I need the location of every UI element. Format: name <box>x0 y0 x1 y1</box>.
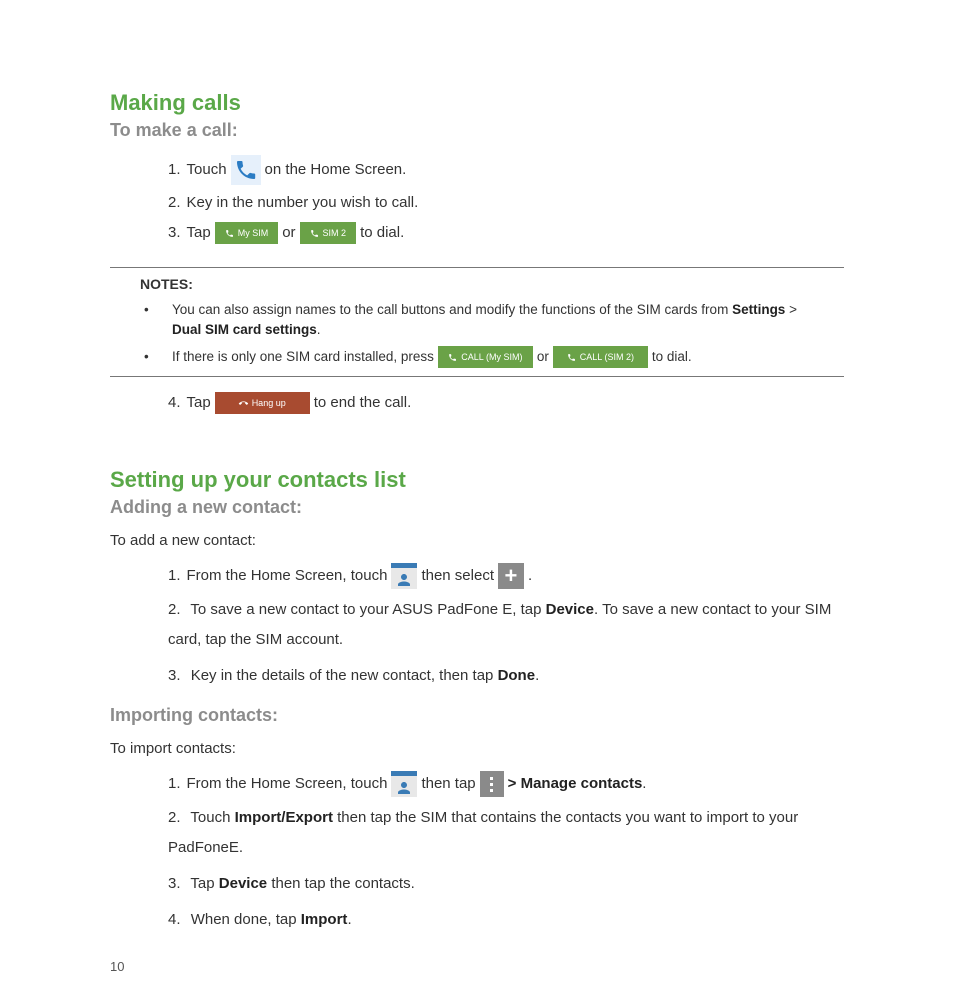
step-text: then select <box>421 564 494 588</box>
people-icon <box>391 563 417 589</box>
bold: Device <box>219 875 267 892</box>
adding-contact-steps: 1. From the Home Screen, touch then sele… <box>110 563 844 691</box>
call-mysim-button: CALL (My SIM) <box>438 346 533 368</box>
step-number: 2. <box>168 601 181 618</box>
subheading-to-make-call: To make a call: <box>110 120 844 141</box>
step-number: 1. <box>168 564 181 588</box>
plus-icon: + <box>498 563 524 589</box>
step-text: on the Home Screen. <box>265 158 407 182</box>
step-text: When done, tap <box>191 911 301 928</box>
text: You can also assign names to the call bu… <box>172 302 732 317</box>
note-text: You can also assign names to the call bu… <box>172 300 814 340</box>
istep-4: 4. When done, tap Import. <box>168 905 844 935</box>
divider <box>110 267 844 268</box>
step-2: 2. Key in the number you wish to call. <box>168 191 844 215</box>
step-text: to dial. <box>360 221 404 245</box>
overflow-menu-icon <box>480 771 504 797</box>
bold: Device <box>546 601 594 618</box>
button-label: Hang up <box>252 391 286 415</box>
step-number: 3. <box>168 667 181 684</box>
note-2: • If there is only one SIM card installe… <box>140 346 814 368</box>
importing-contact-steps: 1. From the Home Screen, touch then tap … <box>110 771 844 935</box>
intro-text: To import contacts: <box>110 740 844 757</box>
subheading-adding-contact: Adding a new contact: <box>110 497 844 518</box>
my-sim-button: My SIM <box>215 222 279 244</box>
astep-1: 1. From the Home Screen, touch then sele… <box>168 563 844 589</box>
step-number: 4. <box>168 911 181 928</box>
step-text: Touch <box>187 158 227 182</box>
text: . <box>317 322 321 337</box>
astep-3: 3. Key in the details of the new contact… <box>168 661 844 691</box>
step-text: To save a new contact to your ASUS PadFo… <box>190 601 545 618</box>
step-number: 3. <box>168 221 181 245</box>
step-number: 1. <box>168 772 181 796</box>
step-number: 1. <box>168 158 181 182</box>
subheading-importing-contacts: Importing contacts: <box>110 705 844 726</box>
step-4: 4. Tap Hang up to end the call. <box>168 391 844 415</box>
step-text: From the Home Screen, touch <box>187 772 388 796</box>
text: or <box>537 347 549 367</box>
step-1: 1. Touch on the Home Screen. <box>168 155 844 185</box>
istep-3: 3. Tap Device then tap the contacts. <box>168 869 844 899</box>
bold: Settings <box>732 302 785 317</box>
istep-2: 2. Touch Import/Export then tap the SIM … <box>168 803 844 863</box>
section-heading-making-calls: Making calls <box>110 90 844 116</box>
text: to dial. <box>652 347 692 367</box>
step-text: or <box>282 221 295 245</box>
sim2-button: SIM 2 <box>300 222 357 244</box>
making-calls-steps: 1. Touch on the Home Screen. 2. Key in t… <box>110 155 844 245</box>
button-label: CALL (My SIM) <box>461 347 522 367</box>
page-number: 10 <box>110 959 124 974</box>
intro-text: To add a new contact: <box>110 532 844 549</box>
step-text: . <box>642 772 646 796</box>
step-text: to end the call. <box>314 391 412 415</box>
istep-1: 1. From the Home Screen, touch then tap … <box>168 771 844 797</box>
bold: Import <box>301 911 348 928</box>
bold: Done <box>498 667 536 684</box>
step-text: Key in the details of the new contact, t… <box>191 667 498 684</box>
astep-2: 2. To save a new contact to your ASUS Pa… <box>168 595 844 655</box>
bullet: • <box>140 347 172 367</box>
divider <box>110 376 844 377</box>
step-number: 2. <box>168 809 181 826</box>
step-text: then tap the contacts. <box>267 875 415 892</box>
step-number: 2. <box>168 191 181 215</box>
call-sim2-button: CALL (SIM 2) <box>553 346 648 368</box>
people-icon <box>391 771 417 797</box>
step-text: From the Home Screen, touch <box>187 564 388 588</box>
section-heading-contacts: Setting up your contacts list <box>110 467 844 493</box>
step-text: . <box>528 564 532 588</box>
step-3: 3. Tap My SIM or SIM 2 to dial. <box>168 221 844 245</box>
making-calls-step4: 4. Tap Hang up to end the call. <box>110 391 844 415</box>
bullet: • <box>140 300 172 320</box>
step-text: . <box>347 911 351 928</box>
step-number: 4. <box>168 391 181 415</box>
step-text: . <box>535 667 539 684</box>
hang-up-button: Hang up <box>215 392 310 414</box>
note-1: • You can also assign names to the call … <box>140 300 814 340</box>
notes-title: NOTES: <box>140 276 814 292</box>
step-text: Tap <box>187 391 211 415</box>
button-label: My SIM <box>238 221 269 245</box>
button-label: CALL (SIM 2) <box>580 347 634 367</box>
document-page: Making calls To make a call: 1. Touch on… <box>0 0 954 971</box>
step-text: Tap <box>190 875 218 892</box>
bold: Dual SIM card settings <box>172 322 317 337</box>
step-number: 3. <box>168 875 181 892</box>
note-text: If there is only one SIM card installed,… <box>172 346 692 368</box>
button-label: SIM 2 <box>323 221 347 245</box>
bold: Import/Export <box>235 809 333 826</box>
phone-icon <box>231 155 261 185</box>
step-text: Touch <box>190 809 234 826</box>
bold: > Manage contacts <box>508 772 643 796</box>
text: If there is only one SIM card installed,… <box>172 347 434 367</box>
step-text: Tap <box>187 221 211 245</box>
text: > <box>785 302 797 317</box>
step-text: Key in the number you wish to call. <box>187 191 419 215</box>
notes-block: NOTES: • You can also assign names to th… <box>110 276 844 368</box>
step-text: then tap <box>421 772 475 796</box>
